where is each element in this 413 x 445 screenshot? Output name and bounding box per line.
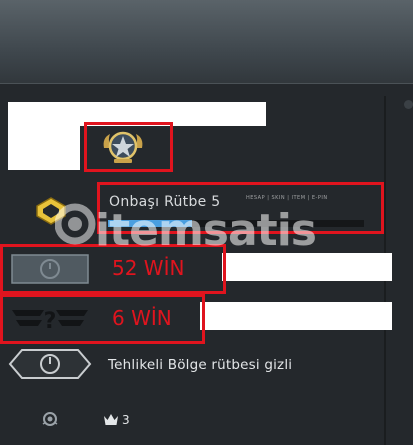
danger-zone-icon xyxy=(8,349,92,379)
avatar-mask xyxy=(8,126,80,170)
danger-zone-text: Tehlikeli Bölge rütbesi gizli xyxy=(108,357,293,373)
wins-row-2-highlight xyxy=(0,294,205,344)
watermark-text: itemsatis xyxy=(95,205,317,256)
watermark-tagline: HESAP | SKIN | ITEM | E-PIN xyxy=(246,195,328,201)
rank-badge-icon xyxy=(36,197,66,225)
operation-icon[interactable] xyxy=(41,410,59,428)
wins-row-1-mask xyxy=(222,253,392,281)
crown-icon xyxy=(104,414,118,425)
wins-row-2-mask xyxy=(200,302,392,330)
wins-row-1-text: 52 WİN xyxy=(112,256,185,280)
scroll-knob[interactable] xyxy=(404,100,413,109)
crown-count: 3 xyxy=(122,413,130,427)
medal-icon[interactable] xyxy=(100,126,146,166)
wins-row-2-text: 6 WİN xyxy=(112,306,172,330)
